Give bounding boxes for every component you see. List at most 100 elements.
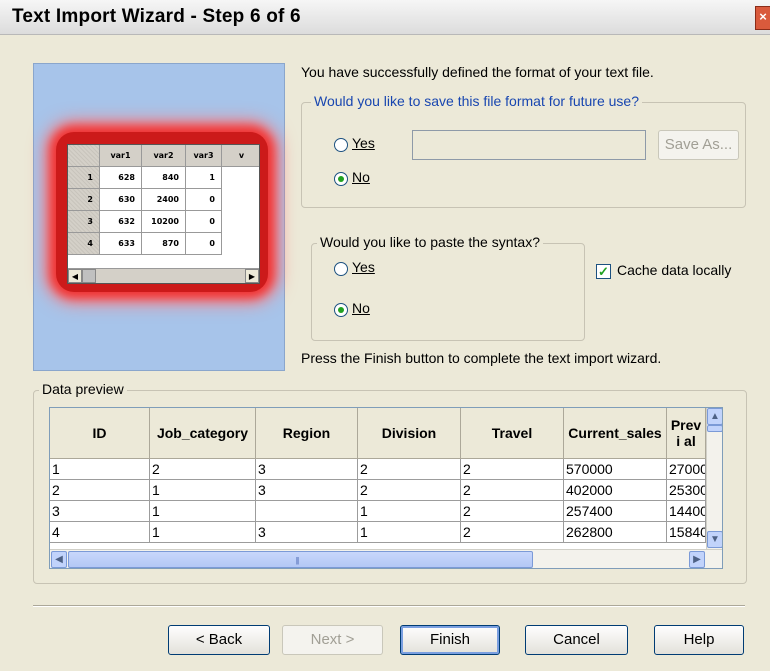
table-cell[interactable]	[256, 501, 358, 522]
paste-syntax-yes-text: Yes	[352, 259, 375, 275]
illustration-row-number: 4	[68, 233, 100, 255]
data-preview-grid[interactable]: ID Job_category Region Division Travel C…	[49, 407, 723, 569]
scroll-up-icon[interactable]: ▲	[707, 408, 722, 425]
column-header[interactable]: Travel	[461, 408, 564, 459]
illustration-cell: 0	[186, 233, 222, 255]
paste-syntax-group	[311, 243, 585, 341]
illustration-row-number: 2	[68, 189, 100, 211]
cache-data-checkbox[interactable]: ✓	[596, 264, 611, 279]
save-format-filename-field[interactable]	[412, 130, 646, 160]
table-cell[interactable]: 2	[461, 480, 564, 501]
table-cell[interactable]: 3	[256, 480, 358, 501]
paste-syntax-yes-radio[interactable]	[334, 262, 348, 276]
table-cell[interactable]: 14400	[667, 501, 706, 522]
horizontal-scroll-thumb[interactable]: |||	[68, 551, 533, 568]
table-cell[interactable]: 2	[50, 480, 150, 501]
column-header[interactable]: ID	[50, 408, 150, 459]
table-cell[interactable]: 2	[150, 459, 256, 480]
paste-syntax-no-radio[interactable]	[334, 303, 348, 317]
table-cell[interactable]: 1	[50, 459, 150, 480]
scroll-down-icon[interactable]: ▼	[707, 531, 722, 548]
table-cell[interactable]: 4	[50, 522, 150, 543]
illustration-scroll-left-icon: ◀	[68, 269, 82, 283]
illustration-col-header: var2	[142, 145, 186, 167]
table-cell[interactable]: 262800	[564, 522, 667, 543]
column-header[interactable]: Division	[358, 408, 461, 459]
table-cell[interactable]: 3	[256, 459, 358, 480]
illustration-scroll-thumb	[82, 269, 96, 283]
cache-data-label[interactable]: Cache data locally	[617, 262, 731, 278]
illustration-row: 3 632 10200 0	[68, 211, 259, 233]
save-format-no-label[interactable]: No	[352, 169, 370, 185]
table-cell[interactable]: 27000	[667, 459, 706, 480]
illustration-header-row: var1 var2 var3 v	[68, 145, 259, 167]
illustration-col-header: var1	[100, 145, 142, 167]
button-separator	[33, 605, 745, 607]
paste-syntax-no-label[interactable]: No	[352, 300, 370, 316]
table-cell[interactable]: 3	[256, 522, 358, 543]
finish-instructions: Press the Finish button to complete the …	[301, 350, 662, 366]
illustration-grid: var1 var2 var3 v 1 628 840 1 2 630 2400 …	[67, 144, 260, 284]
column-header[interactable]: Region	[256, 408, 358, 459]
table-cell[interactable]: 25300	[667, 480, 706, 501]
illustration-cell: 0	[186, 189, 222, 211]
save-format-no-radio[interactable]	[334, 172, 348, 186]
illustration-cell: 840	[142, 167, 186, 189]
illustration-col-header: v	[222, 145, 259, 167]
illustration-cell: 0	[186, 211, 222, 233]
save-format-yes-text: Yes	[352, 135, 375, 151]
table-cell[interactable]: 15840	[667, 522, 706, 543]
next-button[interactable]: Next >	[282, 625, 383, 655]
illustration-cell: 628	[100, 167, 142, 189]
vertical-scroll-thumb[interactable]	[707, 425, 722, 432]
title-bar: Text Import Wizard - Step 6 of 6 ×	[0, 0, 770, 35]
table-cell[interactable]: 1	[358, 501, 461, 522]
table-cell[interactable]: 2	[461, 459, 564, 480]
wizard-illustration: var1 var2 var3 v 1 628 840 1 2 630 2400 …	[33, 63, 285, 371]
save-format-yes-radio[interactable]	[334, 138, 348, 152]
column-header[interactable]: Previ al	[667, 408, 706, 459]
paste-syntax-yes-label[interactable]: Yes	[352, 259, 375, 275]
column-header[interactable]: Job_category	[150, 408, 256, 459]
table-cell[interactable]: 2	[358, 480, 461, 501]
illustration-cell: 630	[100, 189, 142, 211]
save-format-yes-label[interactable]: Yes	[352, 135, 375, 151]
illustration-row: 1 628 840 1	[68, 167, 259, 189]
table-cell[interactable]: 402000	[564, 480, 667, 501]
illustration-cell: 2400	[142, 189, 186, 211]
intro-text: You have successfully defined the format…	[301, 64, 654, 80]
paste-syntax-no-text: No	[352, 300, 370, 316]
illustration-cell: 633	[100, 233, 142, 255]
table-cell[interactable]: 2	[461, 501, 564, 522]
table-cell[interactable]: 1	[150, 480, 256, 501]
table-cell[interactable]: 570000	[564, 459, 667, 480]
column-header[interactable]: Current_sales	[564, 408, 667, 459]
table-cell[interactable]: 1	[150, 501, 256, 522]
illustration-scrollbar: ◀ ▶	[68, 268, 259, 283]
illustration-cell: 870	[142, 233, 186, 255]
horizontal-scrollbar[interactable]: ◀ ||| ▶	[50, 549, 722, 568]
illustration-cell: 10200	[142, 211, 186, 233]
table-cell[interactable]: 2	[461, 522, 564, 543]
illustration-row: 4 633 870 0	[68, 233, 259, 255]
vertical-scrollbar[interactable]: ▲ ▼	[706, 408, 722, 549]
paste-syntax-legend: Would you like to paste the syntax?	[317, 234, 543, 250]
finish-button[interactable]: Finish	[400, 625, 500, 655]
illustration-scroll-right-icon: ▶	[245, 269, 259, 283]
cancel-button[interactable]: Cancel	[525, 625, 628, 655]
table-cell[interactable]: 257400	[564, 501, 667, 522]
scroll-left-icon[interactable]: ◀	[51, 551, 67, 568]
table-cell[interactable]: 1	[358, 522, 461, 543]
illustration-row-number: 1	[68, 167, 100, 189]
illustration-cell: 632	[100, 211, 142, 233]
back-button[interactable]: < Back	[168, 625, 270, 655]
text-import-wizard-window: Text Import Wizard - Step 6 of 6 × var1 …	[0, 0, 770, 671]
table-cell[interactable]: 3	[50, 501, 150, 522]
scroll-right-icon[interactable]: ▶	[689, 551, 705, 568]
table-cell[interactable]: 1	[150, 522, 256, 543]
close-icon[interactable]: ×	[755, 6, 770, 30]
save-as-button[interactable]: Save As...	[658, 130, 739, 160]
help-button[interactable]: Help	[654, 625, 744, 655]
illustration-cell: 1	[186, 167, 222, 189]
table-cell[interactable]: 2	[358, 459, 461, 480]
